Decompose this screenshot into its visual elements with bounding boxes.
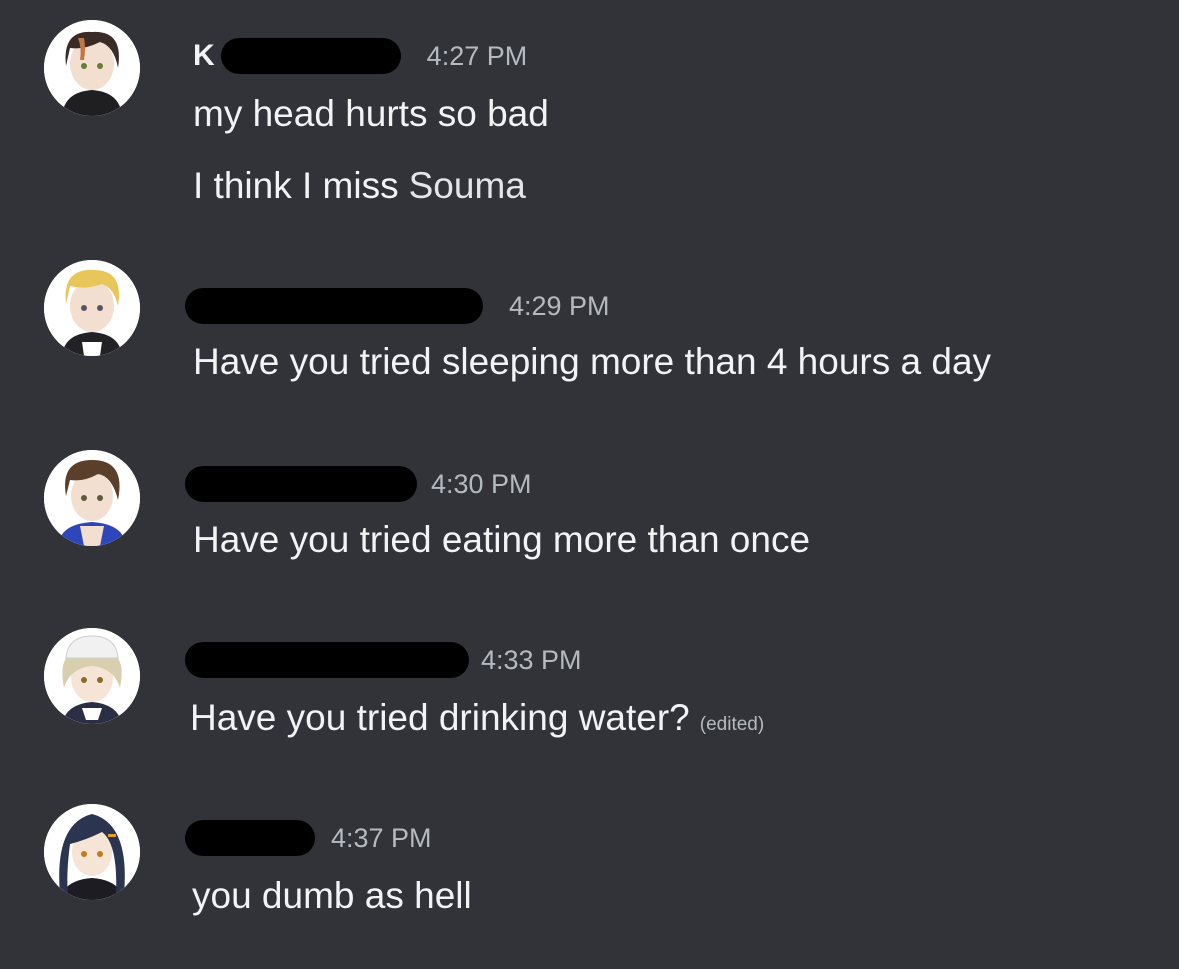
timestamp[interactable]: 4:33 PM [481,640,582,680]
avatar[interactable] [44,628,140,724]
message-5: 4:37 PM you dumb as hell [0,796,1179,966]
message-header: 4:30 PM [185,464,532,504]
avatar[interactable] [44,20,140,116]
message-line: you dumb as hell [192,875,472,916]
avatar[interactable] [44,260,140,356]
mention-link[interactable]: Souma [409,165,526,206]
message-header: 4:37 PM [185,818,432,858]
timestamp[interactable]: 4:29 PM [509,286,610,326]
message-text: I think I miss [193,165,399,206]
message-text: Have you tried drinking water? [190,697,690,738]
avatar[interactable] [44,804,140,900]
timestamp[interactable]: 4:30 PM [431,464,532,504]
message-line: I think I miss Souma [193,162,526,210]
message-header: K 4:27 PM [193,36,527,76]
redacted-author [220,38,401,74]
redacted-author [185,288,483,324]
message-4: 4:33 PM Have you tried drinking water? (e… [0,620,1179,770]
redacted-author [185,466,417,502]
message-line: my head hurts so bad [193,93,549,134]
message-line: Have you tried eating more than once [193,519,811,560]
message-1: K 4:27 PM my head hurts so bad I think I… [0,0,1179,240]
author-name[interactable]: K [193,36,215,76]
redacted-author [185,642,469,678]
redacted-author [185,820,315,856]
message-2: 4:29 PM Have you tried sleeping more tha… [0,250,1179,400]
message-3: 4:30 PM Have you tried eating more than … [0,440,1179,590]
message-line: Have you tried drinking water? (edited) [190,694,764,749]
avatar[interactable] [44,450,140,546]
timestamp[interactable]: 4:27 PM [427,36,528,76]
edited-tag: (edited) [699,714,765,735]
message-line: Have you tried sleeping more than 4 hour… [193,341,992,382]
timestamp[interactable]: 4:37 PM [331,818,432,858]
message-header: 4:29 PM [185,286,610,326]
message-header: 4:33 PM [185,640,582,680]
